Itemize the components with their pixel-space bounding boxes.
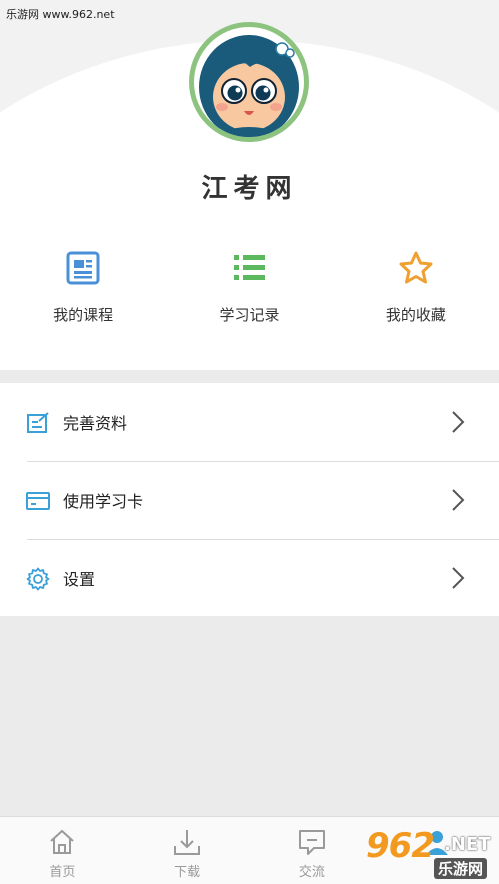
cartoon-girl-avatar-icon <box>194 27 304 137</box>
settings-menu: 完善资料 使用学习卡 设置 <box>0 383 499 616</box>
course-icon <box>65 250 101 286</box>
menu-item-settings[interactable]: 设置 <box>0 539 499 617</box>
watermark-text: 乐游网 www.962.net <box>6 8 115 21</box>
chevron-right-icon <box>452 567 465 589</box>
watermark-logo: 962 .NET 乐游网 <box>362 826 497 882</box>
watermark-logo-number: 962 <box>366 826 435 866</box>
shortcut-study-records[interactable]: 学习记录 <box>166 250 332 340</box>
menu-item-label: 使用学习卡 <box>63 492 144 511</box>
shortcut-my-courses[interactable]: 我的课程 <box>0 250 166 340</box>
tab-label: 首页 <box>49 865 76 880</box>
menu-item-complete-profile[interactable]: 完善资料 <box>0 383 499 461</box>
chevron-right-icon <box>452 411 465 433</box>
chat-icon <box>298 830 325 855</box>
edit-profile-icon <box>27 412 49 433</box>
home-icon <box>50 829 75 854</box>
download-icon <box>174 830 201 855</box>
menu-item-label: 设置 <box>63 570 96 589</box>
shortcut-label: 学习记录 <box>219 306 280 324</box>
list-icon <box>231 250 267 286</box>
watermark-logo-cn: 乐游网 <box>434 858 488 879</box>
tab-label: 下载 <box>174 865 201 880</box>
star-icon <box>398 250 434 286</box>
chevron-right-icon <box>452 489 465 511</box>
shortcut-label: 我的收藏 <box>385 306 446 324</box>
site-title: 江考网 <box>201 174 298 204</box>
tab-label: 交流 <box>298 865 325 880</box>
menu-item-label: 完善资料 <box>63 414 128 433</box>
tab-communicate[interactable]: 交流 <box>250 817 375 884</box>
profile-header: 江考网 我的课程 学习记录 我的收藏 <box>0 0 499 370</box>
gear-icon <box>26 567 50 591</box>
shortcut-my-favorites[interactable]: 我的收藏 <box>333 250 499 340</box>
shortcut-label: 我的课程 <box>53 306 114 324</box>
shortcut-row: 我的课程 学习记录 我的收藏 <box>0 250 499 340</box>
watermark-logo-net: .NET <box>444 834 491 855</box>
card-icon <box>26 492 50 510</box>
menu-item-use-study-card[interactable]: 使用学习卡 <box>0 461 499 539</box>
tab-download[interactable]: 下载 <box>125 817 250 884</box>
tab-home[interactable]: 首页 <box>0 817 125 884</box>
avatar[interactable] <box>189 22 309 142</box>
